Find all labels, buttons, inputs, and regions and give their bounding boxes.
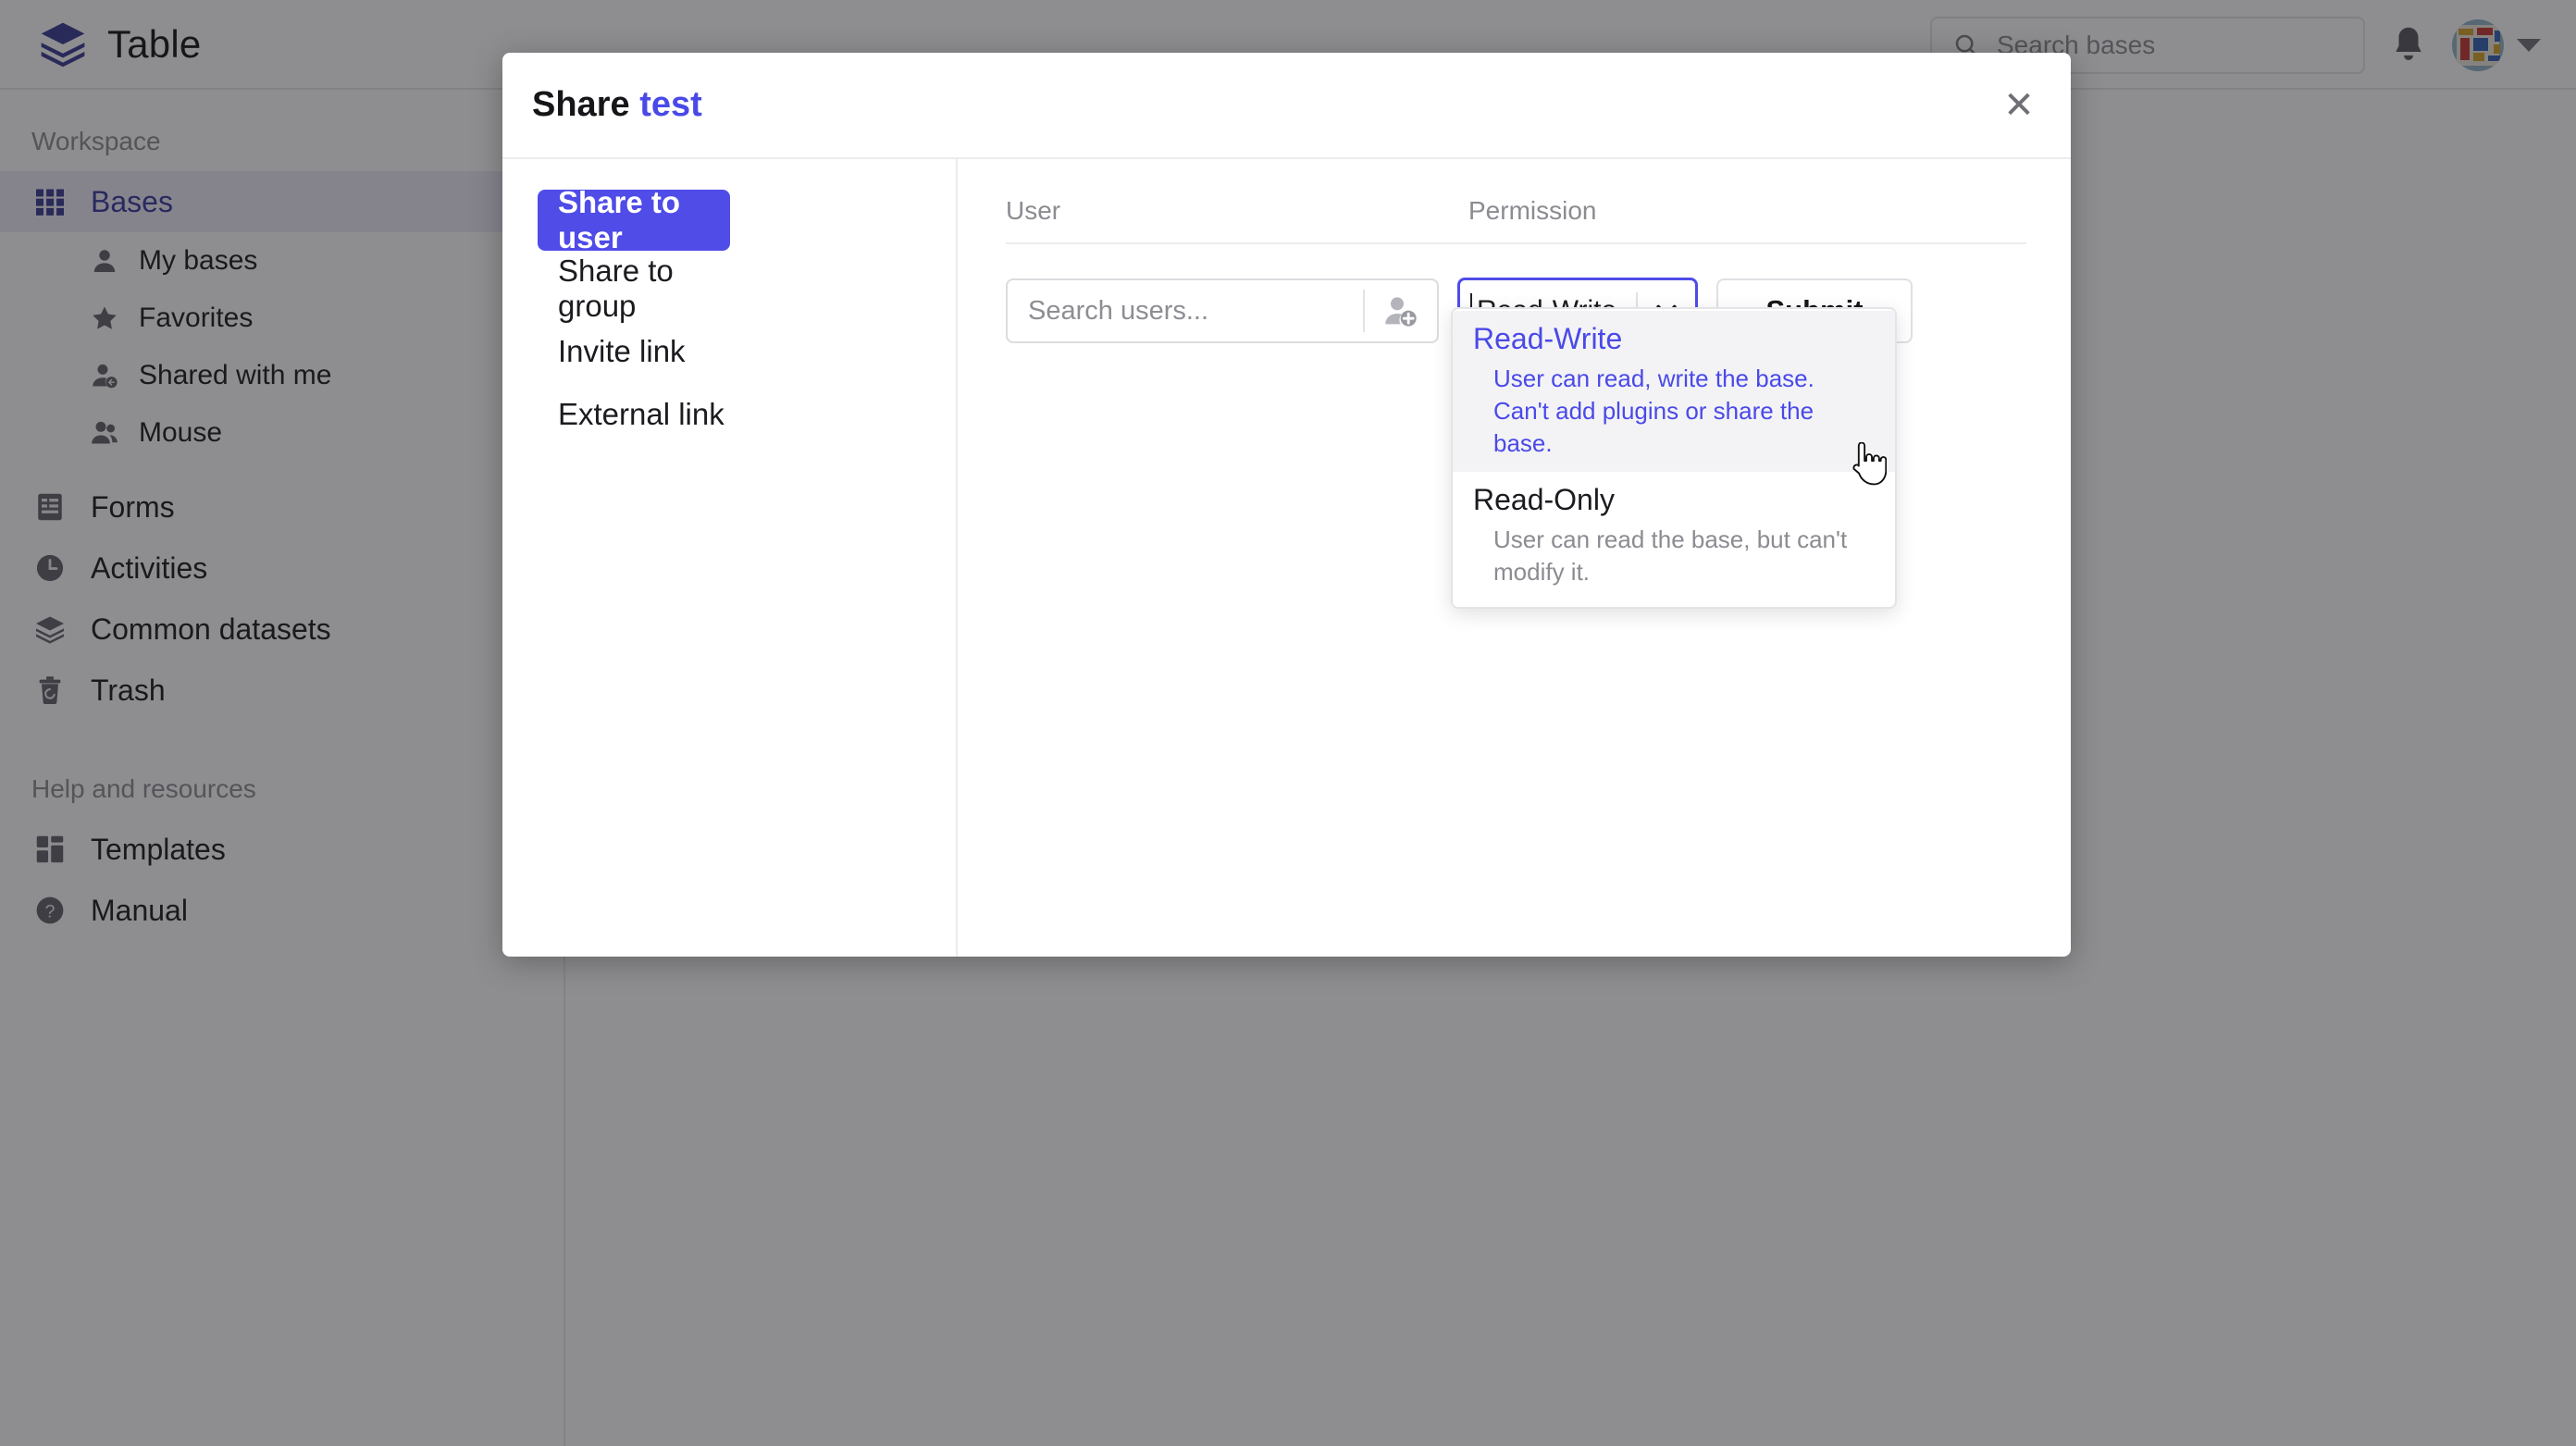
permission-dropdown-menu: Read-Write User can read, write the base… <box>1451 307 1897 609</box>
share-to-user-panel: User Permission Search users... <box>958 159 2071 957</box>
add-user-icon[interactable] <box>1365 292 1437 329</box>
tab-share-to-user[interactable]: Share to user <box>538 190 730 251</box>
column-header-permission: Permission <box>1468 196 1596 226</box>
permission-option-label: Read-Only <box>1473 483 1875 517</box>
dialog-title-target: test <box>639 85 702 124</box>
form-column-headers: User Permission <box>1006 196 2026 226</box>
dialog-title-prefix: Share <box>532 85 630 124</box>
close-icon[interactable]: ✕ <box>1993 80 2045 131</box>
tab-invite-link[interactable]: Invite link <box>538 321 741 382</box>
permission-option-read-write[interactable]: Read-Write User can read, write the base… <box>1453 311 1895 472</box>
share-dialog: Share test ✕ Share to user Share to grou… <box>502 53 2071 957</box>
mouse-cursor-pointer <box>1844 442 1887 490</box>
divider <box>1006 242 2026 244</box>
tab-share-to-group[interactable]: Share to group <box>538 258 769 319</box>
user-search-placeholder: Search users... <box>1008 296 1363 327</box>
dialog-body: Share to user Share to group Invite link… <box>502 159 2071 957</box>
column-header-user: User <box>1006 196 1468 226</box>
tab-external-link[interactable]: External link <box>538 384 750 445</box>
permission-option-description: User can read the base, but can't modify… <box>1473 524 1875 588</box>
permission-option-read-only[interactable]: Read-Only User can read the base, but ca… <box>1453 472 1895 601</box>
permission-option-description: User can read, write the base. Can't add… <box>1473 363 1875 459</box>
dialog-header: Share test ✕ <box>502 53 2071 159</box>
user-search-input[interactable]: Search users... <box>1006 278 1439 343</box>
page-title: Share test <box>532 85 702 125</box>
app-root: Table Search bases <box>0 0 2576 1446</box>
dialog-tab-list: Share to user Share to group Invite link… <box>502 159 958 957</box>
permission-option-label: Read-Write <box>1473 322 1875 356</box>
